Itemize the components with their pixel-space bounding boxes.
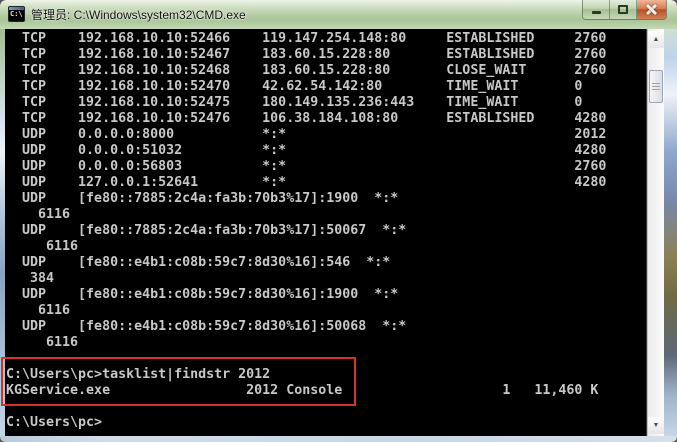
scroll-up-button[interactable]: ▲ (648, 31, 664, 48)
close-icon (646, 4, 657, 15)
scroll-down-icon: ▼ (653, 422, 660, 429)
window-controls (582, 0, 667, 20)
maximize-icon (618, 5, 628, 14)
cmd-icon[interactable]: C:\ (8, 6, 25, 22)
scrollbar-grip-icon (652, 86, 660, 87)
maximize-button[interactable] (610, 0, 637, 19)
vertical-scrollbar[interactable]: ▲ ▼ (647, 29, 664, 436)
minimize-button[interactable] (583, 0, 610, 19)
window-border-bottom (0, 436, 677, 442)
window-title: 管理员: C:\Windows\system32\CMD.exe (31, 6, 246, 23)
title-bar[interactable]: C:\ 管理员: C:\Windows\system32\CMD.exe (0, 0, 677, 29)
minimize-icon (592, 11, 601, 14)
cmd-icon-text: C:\ (9, 10, 24, 18)
close-button[interactable] (637, 0, 666, 19)
scroll-up-icon: ▲ (653, 36, 660, 43)
cmd-window: C:\ 管理员: C:\Windows\system32\CMD.exe TCP… (0, 0, 677, 442)
scroll-down-button[interactable]: ▼ (648, 417, 664, 434)
scrollbar-thumb[interactable] (649, 70, 663, 103)
window-border-right (664, 29, 677, 436)
console-viewport[interactable]: TCP 192.168.10.10:52466 119.147.254.148:… (5, 29, 647, 436)
console-output: TCP 192.168.10.10:52466 119.147.254.148:… (5, 29, 646, 431)
